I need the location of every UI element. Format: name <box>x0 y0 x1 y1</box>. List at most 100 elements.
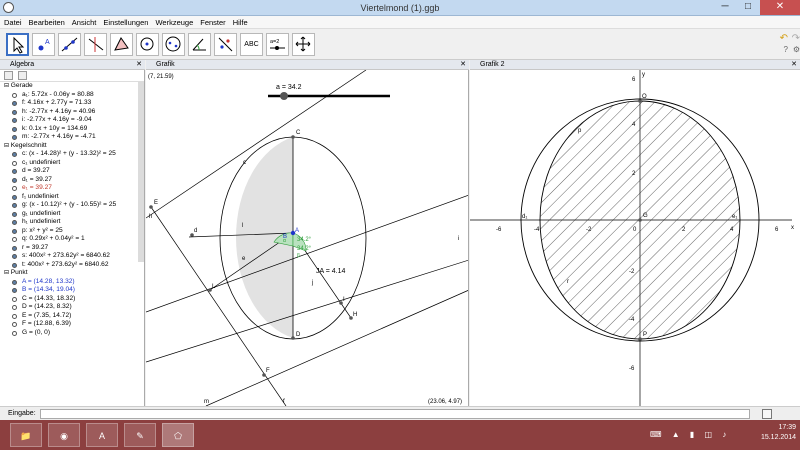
visibility-toggle[interactable] <box>12 305 17 310</box>
algebra-item[interactable]: s: 400x² + 273.62y² = 6840.62 <box>0 252 144 261</box>
algebra-item[interactable]: F = (12.88, 6.39) <box>0 320 144 329</box>
menu-ansicht[interactable]: Ansicht <box>68 16 100 27</box>
acrobat-icon[interactable]: A <box>86 423 118 447</box>
reflect-tool[interactable] <box>214 33 237 56</box>
algebra-scrollbar[interactable] <box>138 82 144 262</box>
visibility-toggle[interactable] <box>12 135 17 140</box>
paint-icon[interactable]: ✎ <box>124 423 156 447</box>
algebra-item[interactable]: C = (14.33, 18.32) <box>0 295 144 304</box>
menu-bearbeiten[interactable]: Bearbeiten <box>25 16 68 27</box>
slider-tool[interactable]: a=2 <box>266 33 289 56</box>
line-m[interactable] <box>205 290 469 406</box>
algebra-item[interactable]: d = 39.27 <box>0 167 144 176</box>
menu-datei[interactable]: Datei <box>0 16 25 27</box>
algebra-item[interactable]: g: (x - 10.12)² + (y - 10.55)² = 25 <box>0 201 144 210</box>
algebra-item[interactable]: g₁ undefiniert <box>0 210 144 219</box>
visibility-toggle[interactable] <box>12 330 17 336</box>
redo-icon[interactable]: ↷ <box>792 33 800 44</box>
visibility-toggle[interactable] <box>12 279 17 285</box>
point-tool[interactable]: A <box>32 33 55 56</box>
menu-werkzeuge[interactable]: Werkzeuge <box>151 16 196 27</box>
menu-einstellungen[interactable]: Einstellungen <box>99 16 151 27</box>
visibility-toggle[interactable] <box>12 322 17 327</box>
algebra-item[interactable]: a₁: 5.72x - 0.06y = 80.88 <box>0 91 144 100</box>
algebra-item[interactable]: A = (14.28, 13.32) <box>0 278 144 287</box>
sort-icon[interactable] <box>18 71 27 80</box>
algebra-item[interactable]: k: 0.1x + 10y = 134.69 <box>0 125 144 134</box>
visibility-toggle[interactable] <box>12 186 17 191</box>
circle-tool[interactable] <box>136 33 159 56</box>
point-G[interactable] <box>638 218 642 222</box>
point-D[interactable] <box>291 336 295 340</box>
algebra-item[interactable]: i: -2.77x + 4.16y = -9.04 <box>0 116 144 125</box>
visibility-toggle[interactable] <box>12 194 17 200</box>
auxiliary-toggle-icon[interactable] <box>4 71 13 80</box>
category-punkt[interactable]: Punkt <box>0 269 144 278</box>
algebra-item[interactable]: r = 39.27 <box>0 244 144 253</box>
algebra-item[interactable]: f₁ undefiniert <box>0 193 144 202</box>
polygon-tool[interactable] <box>110 33 133 56</box>
algebra-item[interactable]: c: (x - 14.28)² + (y - 13.32)² = 25 <box>0 150 144 159</box>
algebra-item[interactable]: D = (14.23, 8.32) <box>0 303 144 312</box>
input-help-button[interactable] <box>762 409 772 419</box>
move-tool[interactable] <box>6 33 29 56</box>
visibility-toggle[interactable] <box>12 169 17 174</box>
visibility-toggle[interactable] <box>12 245 17 251</box>
clock[interactable]: 17:39 15.12.2014 <box>761 423 796 443</box>
angle-tool[interactable] <box>188 33 211 56</box>
visibility-toggle[interactable] <box>12 228 17 234</box>
visibility-toggle[interactable] <box>12 262 17 268</box>
visibility-toggle[interactable] <box>12 152 17 157</box>
visibility-toggle[interactable] <box>12 203 17 208</box>
system-tray-icons[interactable]: ⌨ ▲ ▮ ◫ ♪ <box>650 430 730 439</box>
ellipse-tool[interactable] <box>162 33 185 56</box>
visibility-toggle[interactable] <box>12 177 17 183</box>
visibility-toggle[interactable] <box>12 237 17 242</box>
maximize-button[interactable]: □ <box>737 0 759 15</box>
menu-hilfe[interactable]: Hilfe <box>229 16 251 27</box>
algebra-close-icon[interactable]: ✕ <box>136 60 142 70</box>
input-field[interactable] <box>40 409 750 419</box>
algebra-item[interactable]: q: 0.29x² + 0.04y² = 1 <box>0 235 144 244</box>
algebra-item[interactable]: p: x² + y² = 25 <box>0 227 144 236</box>
algebra-item[interactable]: c₁ undefiniert <box>0 159 144 168</box>
move-view-tool[interactable] <box>292 33 315 56</box>
line-i[interactable] <box>146 194 469 313</box>
perpendicular-tool[interactable] <box>84 33 107 56</box>
algebra-item[interactable]: h₁ undefiniert <box>0 218 144 227</box>
point-E[interactable] <box>149 205 153 209</box>
visibility-toggle[interactable] <box>12 118 17 123</box>
point-C[interactable] <box>291 135 295 139</box>
visibility-toggle[interactable] <box>12 254 17 259</box>
visibility-toggle[interactable] <box>12 296 17 302</box>
algebra-item[interactable]: e₁ = 39.27 <box>0 184 144 193</box>
visibility-toggle[interactable] <box>12 101 17 106</box>
visibility-toggle[interactable] <box>12 220 17 225</box>
minimize-button[interactable]: ─ <box>714 0 736 15</box>
grafik-canvas[interactable]: (7, 21.59) (23.06, 4.97) a = 34.2 34.2° … <box>146 70 469 406</box>
algebra-item[interactable]: h: -2.77x + 4.16y = 40.96 <box>0 108 144 117</box>
point-P[interactable] <box>638 337 642 341</box>
settings-icon[interactable]: ⚙ <box>793 45 800 54</box>
algebra-item[interactable]: G = (0, 0) <box>0 329 144 338</box>
text-tool[interactable]: ABC <box>240 33 263 56</box>
algebra-item[interactable]: t: 400x² + 273.62y² = 6840.62 <box>0 261 144 270</box>
category-kegelschnitt[interactable]: Kegelschnitt <box>0 142 144 151</box>
algebra-item[interactable]: d₁ = 39.27 <box>0 176 144 185</box>
algebra-item[interactable]: E = (7.35, 14.72) <box>0 312 144 321</box>
visibility-toggle[interactable] <box>12 160 17 166</box>
line-tool[interactable] <box>58 33 81 56</box>
help-icon[interactable]: ? <box>784 45 788 54</box>
visibility-toggle[interactable] <box>12 126 17 132</box>
slider-handle[interactable] <box>280 92 288 100</box>
geogebra-taskbar-icon[interactable]: ⬠ <box>162 423 194 447</box>
algebra-item[interactable]: m: -2.77x + 4.16y = -4.71 <box>0 133 144 142</box>
algebra-item[interactable]: B = (14.34, 19.04) <box>0 286 144 295</box>
grafik-view[interactable]: (7, 21.59) (23.06, 4.97) a = 34.2 34.2° … <box>146 70 469 406</box>
visibility-toggle[interactable] <box>12 288 17 293</box>
chrome-icon[interactable]: ◉ <box>48 423 80 447</box>
close-button[interactable]: ✕ <box>760 0 800 15</box>
file-explorer-icon[interactable]: 📁 <box>10 423 42 447</box>
algebra-item[interactable]: f: 4.16x + 2.77y = 71.33 <box>0 99 144 108</box>
grafik2-view[interactable]: x y -6 -4 -2 0 2 4 6 6 4 2 -2 -4 -6 O G … <box>470 70 800 406</box>
